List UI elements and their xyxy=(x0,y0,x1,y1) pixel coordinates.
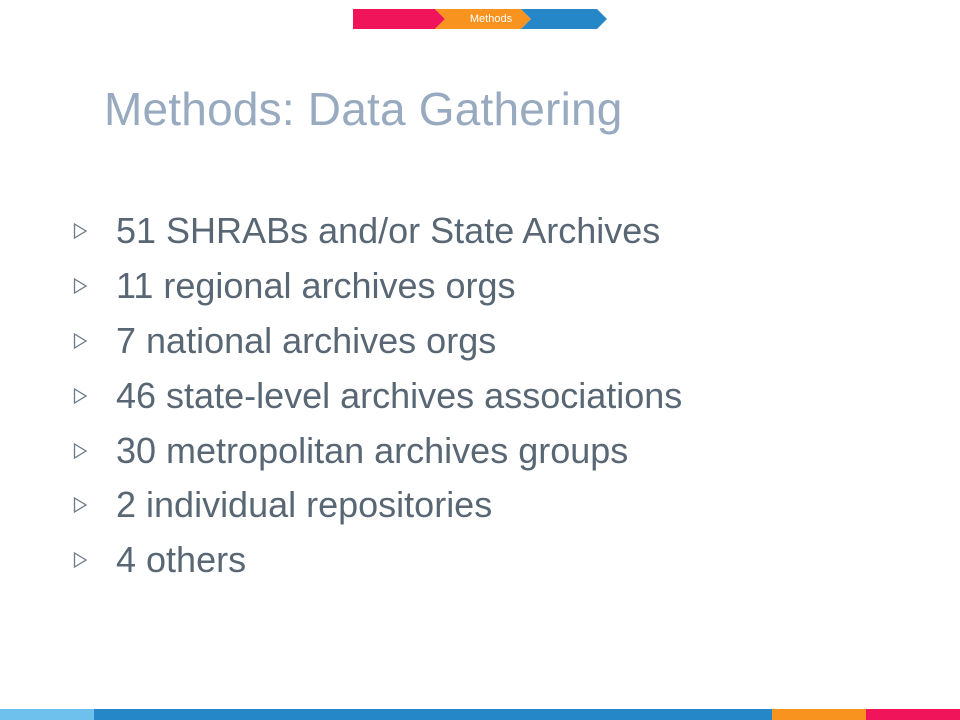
triangle-right-outline-icon xyxy=(72,550,116,570)
progress-step-current-label: Methods xyxy=(469,13,513,25)
bullet-item: 2 individual repositories xyxy=(72,478,682,533)
slide-title: Methods: Data Gathering xyxy=(104,83,623,135)
bullet-text: 51 SHRABs and/or State Archives xyxy=(116,210,661,252)
triangle-right-outline-icon xyxy=(72,221,116,241)
footer-color-bar xyxy=(0,709,960,720)
bullet-text: 30 metropolitan archives groups xyxy=(116,429,629,471)
bullet-text: 2 individual repositories xyxy=(116,484,493,526)
bullet-item: 4 others xyxy=(72,533,682,588)
triangle-right-outline-icon xyxy=(72,331,116,351)
bullet-item: 11 regional archives orgs xyxy=(72,259,682,314)
bullet-text: 46 state-level archives associations xyxy=(116,374,683,416)
triangle-right-outline-icon xyxy=(72,441,116,461)
bullet-item: 46 state-level archives associations xyxy=(72,368,682,423)
footer-segment-pink xyxy=(866,709,960,720)
triangle-right-outline-icon xyxy=(72,386,116,406)
bullet-item: 30 metropolitan archives groups xyxy=(72,423,682,478)
bullet-item: 51 SHRABs and/or State Archives xyxy=(72,204,682,259)
bullet-list: 51 SHRABs and/or State Archives 11 regio… xyxy=(72,204,682,588)
footer-segment-blue xyxy=(94,709,772,720)
bullet-text: 4 others xyxy=(116,539,247,581)
bullet-text: 11 regional archives orgs xyxy=(116,265,516,307)
triangle-right-outline-icon xyxy=(72,495,116,515)
slide: Methods Methods: Data Gathering 51 SHRAB… xyxy=(0,0,960,720)
progress-step-next[interactable] xyxy=(521,9,607,29)
footer-segment-light-blue xyxy=(0,709,94,720)
section-progress-nav: Methods xyxy=(353,9,607,29)
bullet-item: 7 national archives orgs xyxy=(72,314,682,369)
footer-segment-orange xyxy=(772,709,866,720)
triangle-right-outline-icon xyxy=(72,276,116,296)
bullet-text: 7 national archives orgs xyxy=(116,319,497,361)
progress-step-previous[interactable] xyxy=(353,9,445,29)
